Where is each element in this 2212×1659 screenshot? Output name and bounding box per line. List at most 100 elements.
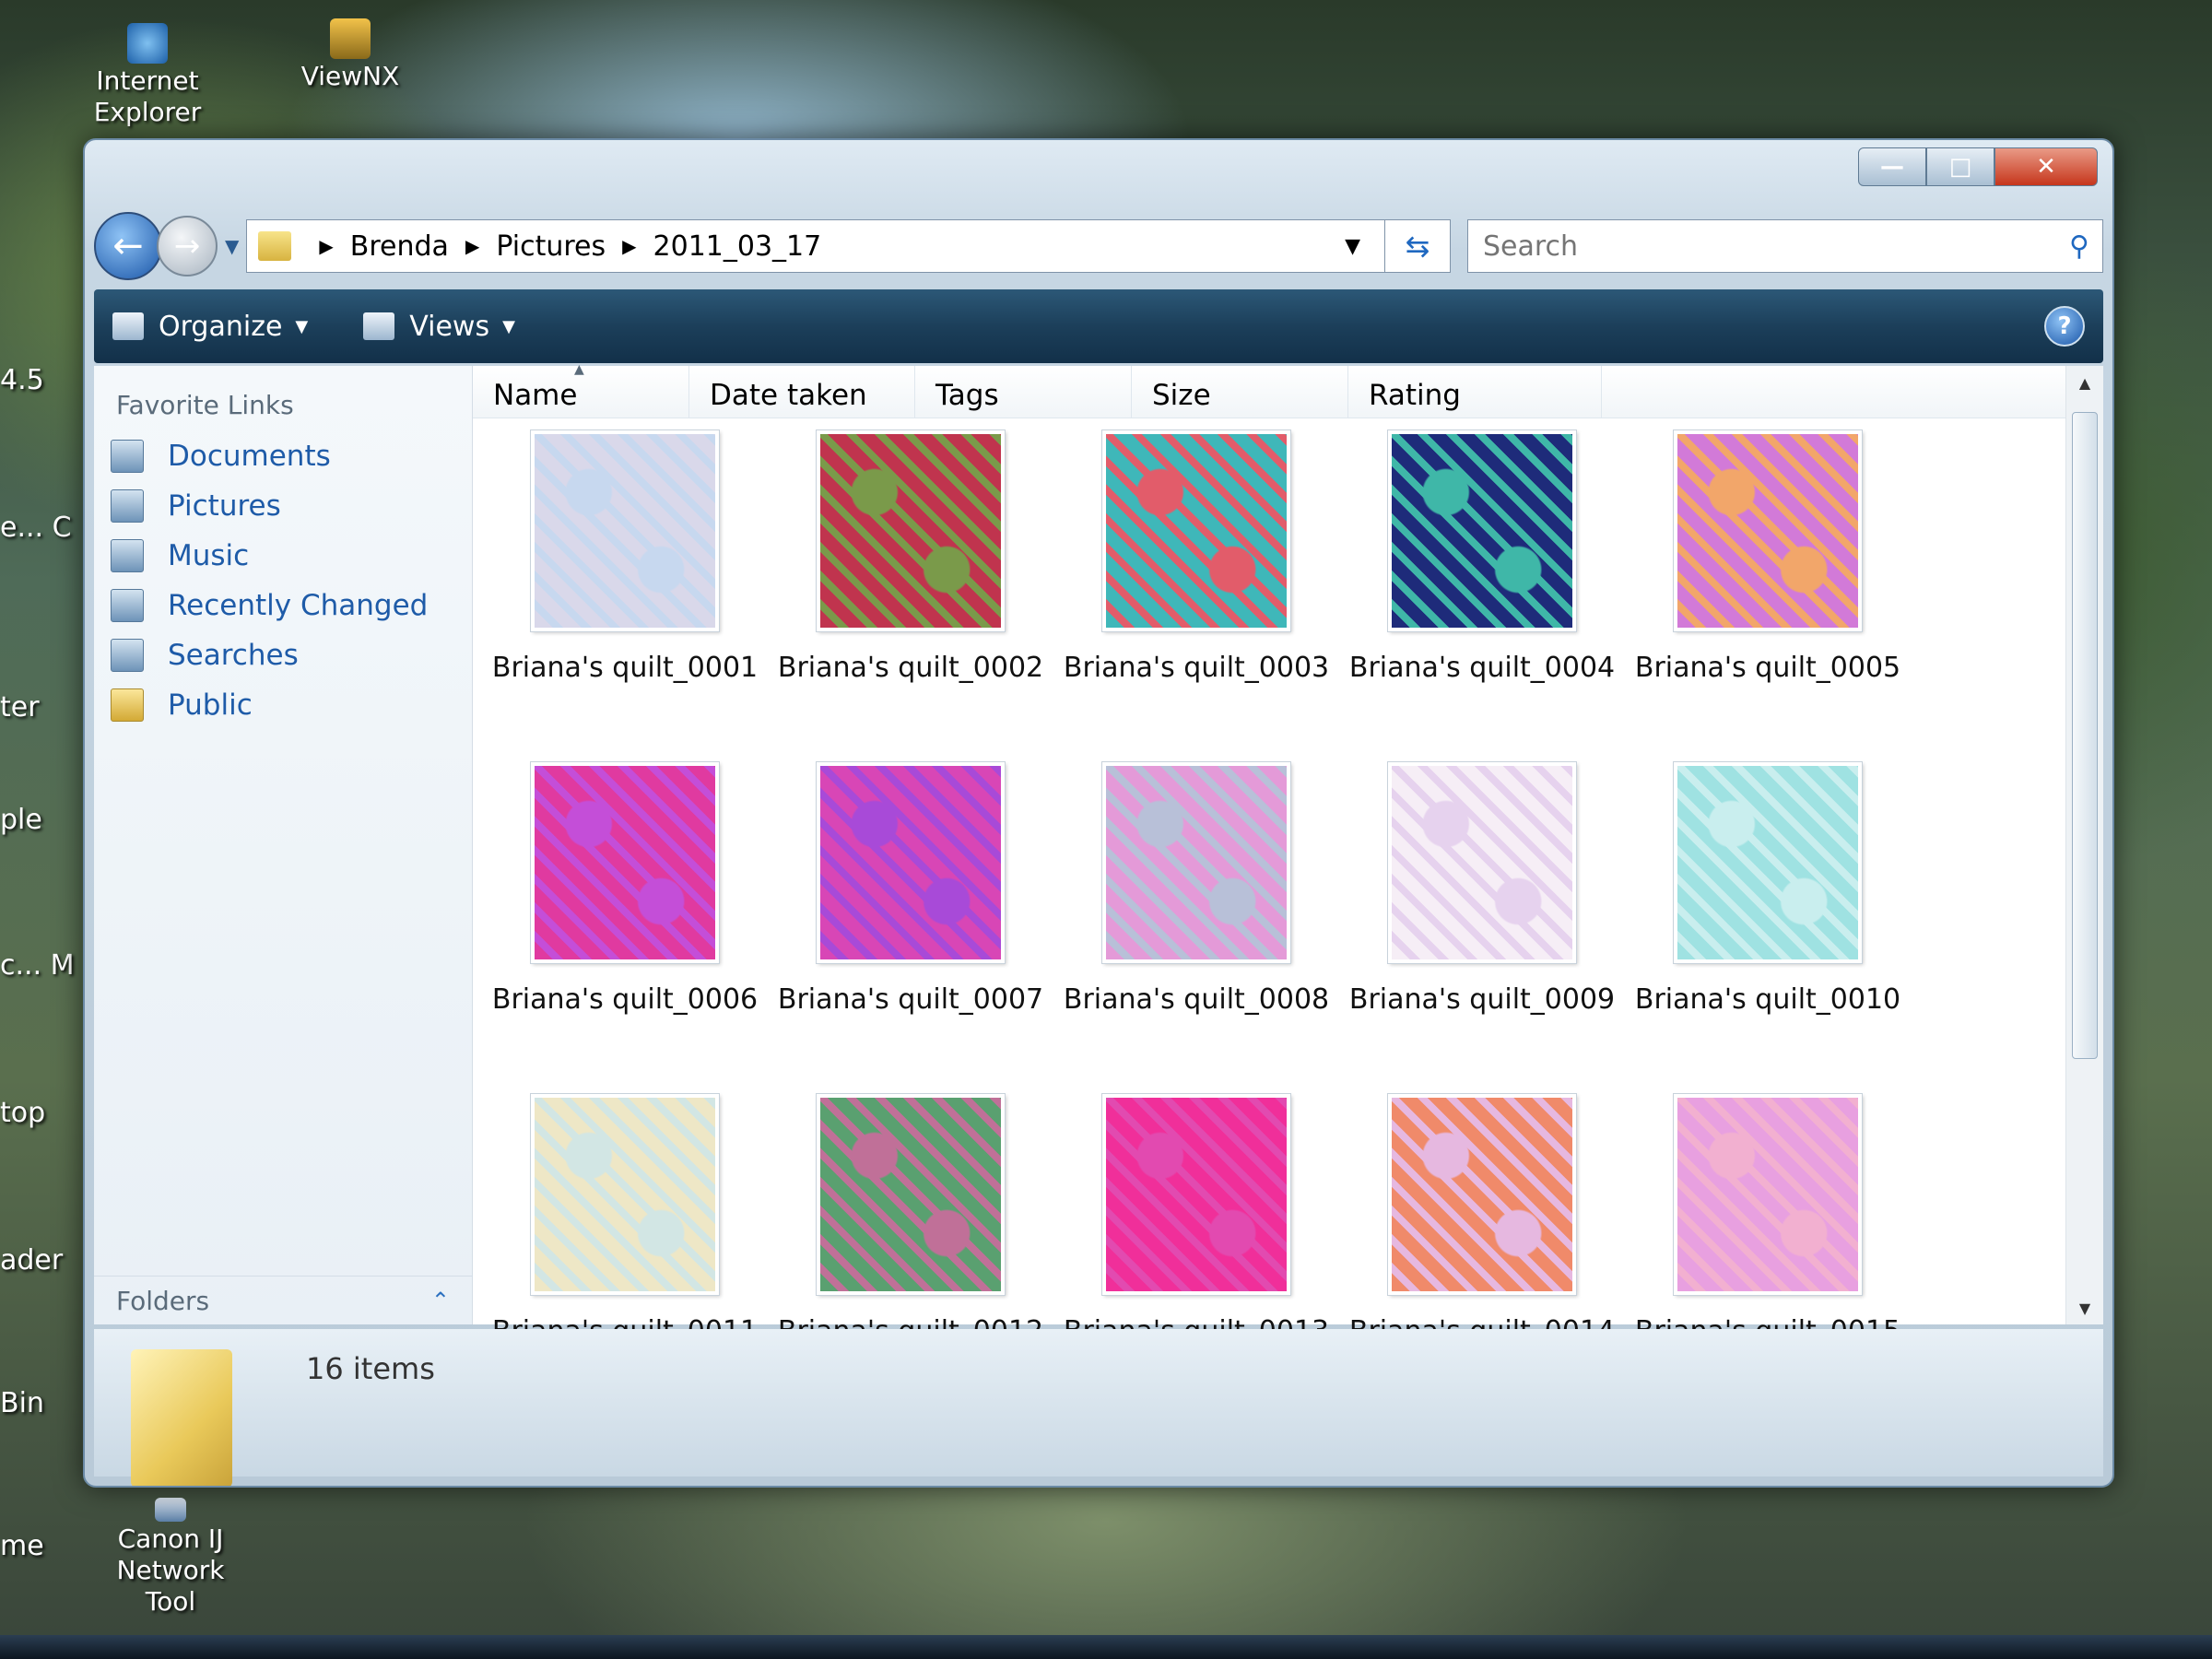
file-thumbnail[interactable] bbox=[1388, 762, 1576, 963]
file-thumbnail[interactable] bbox=[531, 762, 719, 963]
command-bar: Organize ▼ Views ▼ ? bbox=[94, 289, 2103, 363]
maximize-button[interactable]: □ bbox=[1926, 147, 1994, 186]
file-name: Briana's quilt_0007 bbox=[777, 983, 1044, 1016]
search-box[interactable]: ⚲ bbox=[1467, 219, 2103, 273]
file-item[interactable]: Briana's quilt_0002 bbox=[768, 430, 1053, 762]
breadcrumb-separator-icon[interactable]: ▶ bbox=[465, 235, 479, 257]
file-name: Briana's quilt_0001 bbox=[491, 652, 759, 684]
column-header-name[interactable]: ▲ Name bbox=[473, 362, 689, 418]
column-header-size[interactable]: Size bbox=[1132, 366, 1348, 418]
organize-button[interactable]: Organize ▼ bbox=[112, 311, 308, 343]
vertical-scrollbar[interactable]: ▲ ▼ bbox=[2065, 366, 2103, 1324]
breadcrumb-separator-icon[interactable]: ▶ bbox=[319, 235, 333, 257]
refresh-button[interactable]: ⇆ bbox=[1385, 219, 1451, 273]
minimize-icon: — bbox=[1880, 153, 1904, 181]
breadcrumb-current-folder[interactable]: 2011_03_17 bbox=[653, 230, 822, 263]
search-icon[interactable]: ⚲ bbox=[2069, 230, 2089, 263]
close-button[interactable]: ✕ bbox=[1994, 147, 2098, 186]
scrollbar-thumb[interactable] bbox=[2072, 412, 2098, 1059]
desktop-icon-canon-ij-network-tool[interactable]: Canon IJ Network Tool bbox=[92, 1498, 249, 1618]
thumbnail-grid: Briana's quilt_0001 Briana's quilt_0002 Br… bbox=[482, 430, 2057, 1347]
views-label: Views bbox=[409, 310, 490, 343]
minimize-button[interactable]: — bbox=[1858, 147, 1926, 186]
breadcrumb-pictures[interactable]: Pictures bbox=[496, 230, 606, 263]
scroll-up-icon[interactable]: ▲ bbox=[2066, 366, 2103, 399]
file-thumbnail[interactable] bbox=[1674, 1094, 1862, 1295]
viewnx-icon bbox=[330, 18, 371, 59]
column-header-label: Date taken bbox=[710, 379, 867, 412]
file-item[interactable]: Briana's quilt_0001 bbox=[482, 430, 768, 762]
address-dropdown-icon[interactable]: ▼ bbox=[1331, 235, 1373, 258]
nav-item-pictures[interactable]: Pictures bbox=[94, 481, 472, 531]
file-thumbnail[interactable] bbox=[1674, 762, 1862, 963]
desktop-edge-label: ader bbox=[0, 1244, 64, 1277]
column-header-label: Rating bbox=[1369, 379, 1461, 412]
back-button[interactable]: ← bbox=[94, 212, 162, 280]
navigation-bar: ← → ▼ ▶ Brenda ▶ Pictures ▶ 2011_03_17 ▼… bbox=[94, 212, 2103, 280]
nav-item-label: Public bbox=[168, 688, 253, 722]
desktop-edge-label: top bbox=[0, 1097, 46, 1129]
nav-item-public[interactable]: Public bbox=[94, 680, 472, 730]
public-folder-icon bbox=[111, 688, 144, 722]
breadcrumb-separator-icon[interactable]: ▶ bbox=[622, 235, 636, 257]
file-thumbnail[interactable] bbox=[817, 430, 1005, 631]
recent-pages-dropdown[interactable]: ▼ bbox=[225, 235, 239, 257]
column-header-tags[interactable]: Tags bbox=[915, 366, 1132, 418]
column-header-date-taken[interactable]: Date taken bbox=[689, 366, 915, 418]
chevron-down-icon: ▼ bbox=[295, 316, 309, 336]
navigation-pane: Favorite Links Documents Pictures Music … bbox=[94, 366, 473, 1324]
file-name: Briana's quilt_0008 bbox=[1063, 983, 1330, 1016]
desktop-edge-label: c... M bbox=[0, 949, 75, 982]
desktop-edge-label: Bin bbox=[0, 1387, 44, 1419]
nav-item-documents[interactable]: Documents bbox=[94, 431, 472, 481]
file-thumbnail[interactable] bbox=[1388, 1094, 1576, 1295]
file-thumbnail[interactable] bbox=[817, 1094, 1005, 1295]
file-thumbnail[interactable] bbox=[531, 430, 719, 631]
nav-item-recently-changed[interactable]: Recently Changed bbox=[94, 581, 472, 630]
nav-item-label: Pictures bbox=[168, 489, 281, 523]
file-thumbnail[interactable] bbox=[1674, 430, 1862, 631]
nav-item-label: Searches bbox=[168, 639, 299, 672]
scroll-down-icon[interactable]: ▼ bbox=[2066, 1291, 2103, 1324]
search-input[interactable] bbox=[1481, 229, 2070, 264]
desktop-icon-viewnx[interactable]: ViewNX bbox=[281, 18, 419, 92]
file-item[interactable]: Briana's quilt_0004 bbox=[1339, 430, 1625, 762]
taskbar[interactable] bbox=[0, 1635, 2212, 1659]
help-button[interactable]: ? bbox=[2044, 306, 2085, 347]
folders-toggle[interactable]: Folders ⌃ bbox=[94, 1276, 472, 1324]
music-icon bbox=[111, 539, 144, 572]
address-bar[interactable]: ▶ Brenda ▶ Pictures ▶ 2011_03_17 ▼ bbox=[246, 219, 1385, 273]
file-thumbnail[interactable] bbox=[1102, 762, 1290, 963]
nav-item-label: Documents bbox=[168, 440, 331, 473]
forward-arrow-icon: → bbox=[173, 228, 201, 265]
nav-item-searches[interactable]: Searches bbox=[94, 630, 472, 680]
back-arrow-icon: ← bbox=[112, 225, 144, 267]
file-thumbnail[interactable] bbox=[1102, 1094, 1290, 1295]
file-thumbnail[interactable] bbox=[1388, 430, 1576, 631]
file-item[interactable]: Briana's quilt_0007 bbox=[768, 762, 1053, 1094]
nav-item-music[interactable]: Music bbox=[94, 531, 472, 581]
file-item[interactable]: Briana's quilt_0010 bbox=[1625, 762, 1911, 1094]
file-thumbnail[interactable] bbox=[1102, 430, 1290, 631]
file-item[interactable]: Briana's quilt_0005 bbox=[1625, 430, 1911, 762]
forward-button[interactable]: → bbox=[157, 216, 218, 276]
desktop-edge-label: ter bbox=[0, 691, 40, 724]
file-thumbnail[interactable] bbox=[817, 762, 1005, 963]
organize-label: Organize bbox=[159, 310, 283, 343]
file-item[interactable]: Briana's quilt_0009 bbox=[1339, 762, 1625, 1094]
maximize-icon: □ bbox=[1948, 153, 1972, 181]
nav-item-label: Music bbox=[168, 539, 250, 572]
views-button[interactable]: Views ▼ bbox=[363, 311, 515, 343]
desktop-edge-label: e... C bbox=[0, 512, 72, 544]
desktop-icon-internet-explorer[interactable]: Internet Explorer bbox=[78, 23, 217, 128]
column-header-rating[interactable]: Rating bbox=[1348, 366, 1602, 418]
file-item[interactable]: Briana's quilt_0003 bbox=[1053, 430, 1339, 762]
file-name: Briana's quilt_0005 bbox=[1634, 652, 1901, 684]
breadcrumb-brenda[interactable]: Brenda bbox=[350, 230, 449, 263]
chevron-down-icon: ▼ bbox=[502, 316, 515, 336]
file-thumbnail[interactable] bbox=[531, 1094, 719, 1295]
favorite-links-heading: Favorite Links bbox=[116, 390, 294, 420]
file-item[interactable]: Briana's quilt_0008 bbox=[1053, 762, 1339, 1094]
file-item[interactable]: Briana's quilt_0006 bbox=[482, 762, 768, 1094]
explorer-window: — □ ✕ ← → ▼ ▶ Brenda ▶ Pictures ▶ 2011_0… bbox=[83, 138, 2114, 1488]
